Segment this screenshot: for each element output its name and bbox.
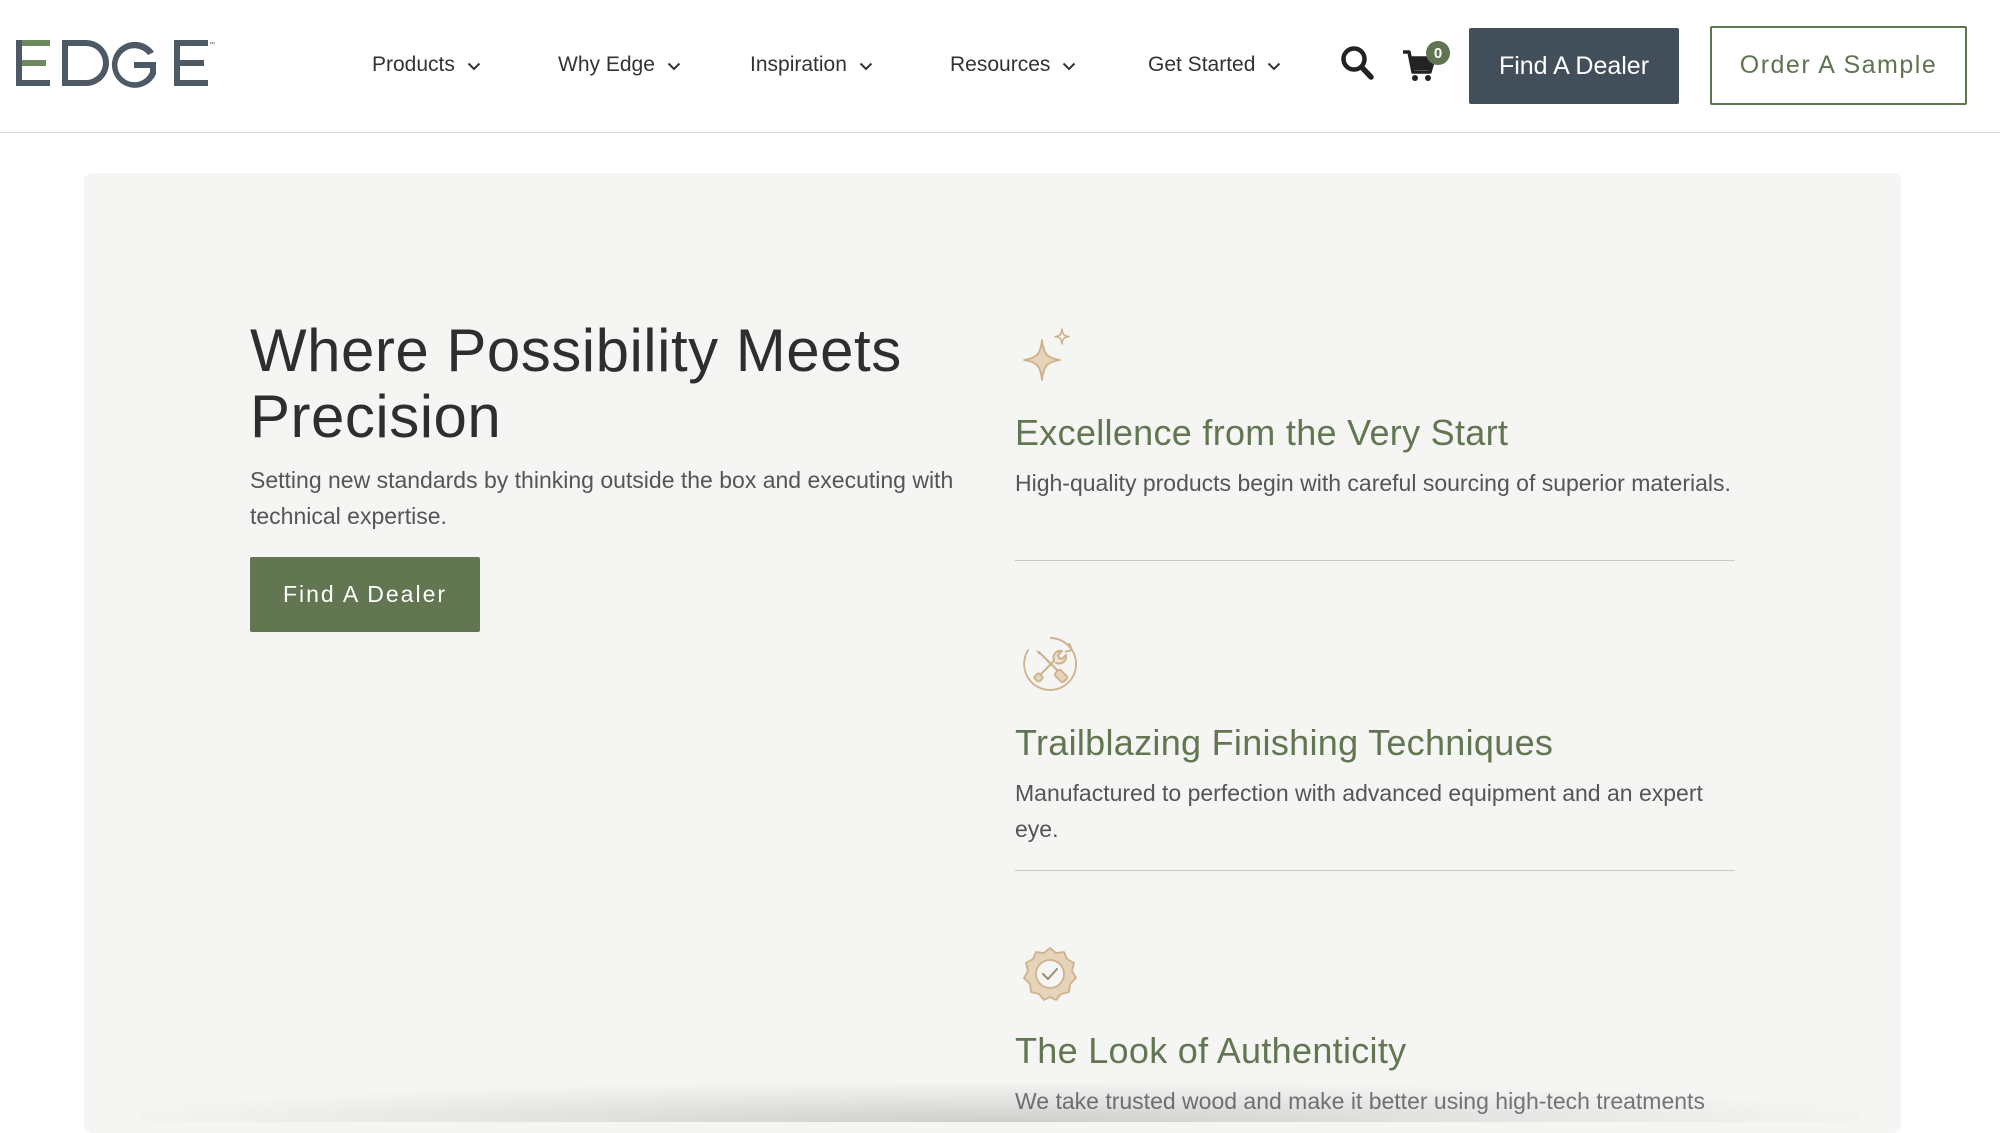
feature-divider: [1015, 560, 1735, 561]
search-button[interactable]: [1340, 45, 1374, 81]
chevron-down-icon: [1268, 62, 1281, 71]
site-header: ™ Products Why Edge Inspiration Resource…: [0, 0, 2000, 133]
main-nav: Products Why Edge Inspiration Resources …: [372, 0, 1338, 130]
nav-label: Resources: [950, 53, 1051, 76]
nav-item-get-started[interactable]: Get Started: [1148, 53, 1338, 77]
nav-item-why-edge[interactable]: Why Edge: [558, 53, 750, 77]
chevron-down-icon: [859, 62, 873, 71]
chevron-down-icon: [1063, 62, 1076, 71]
svg-text:™: ™: [209, 41, 215, 48]
nav-label: Products: [372, 53, 455, 76]
order-sample-button[interactable]: Order A Sample: [1710, 26, 1967, 105]
nav-label: Inspiration: [750, 53, 847, 76]
nav-label: Why Edge: [558, 53, 655, 76]
search-icon: [1341, 46, 1374, 80]
tools-icon: [1023, 637, 1077, 691]
cart-button[interactable]: 0: [1402, 41, 1450, 82]
chevron-down-icon: [667, 62, 681, 71]
chevron-down-icon: [467, 62, 481, 71]
hero-find-dealer-button[interactable]: Find A Dealer: [250, 557, 480, 632]
feature-text: High-quality products begin with careful…: [1015, 470, 1731, 496]
cart-count-badge: 0: [1426, 41, 1450, 65]
nav-item-inspiration[interactable]: Inspiration: [750, 53, 950, 77]
feature-divider: [1015, 870, 1735, 871]
nav-label: Get Started: [1148, 53, 1256, 76]
badge-check-icon: [1023, 947, 1077, 1001]
feature-text: Manufactured to perfection with advanced…: [1015, 780, 1703, 842]
feature-title: Excellence from the Very Start: [1015, 412, 1509, 453]
edge-logo[interactable]: ™: [16, 38, 216, 90]
feature-text: We take trusted wood and make it better …: [1015, 1088, 1705, 1114]
hero-title: Where Possibility Meets Precision: [250, 317, 902, 450]
feature-title: Trailblazing Finishing Techniques: [1015, 722, 1554, 763]
sparkle-icon: [1023, 328, 1070, 381]
find-dealer-button[interactable]: Find A Dealer: [1469, 28, 1679, 104]
feature-title: The Look of Authenticity: [1015, 1030, 1407, 1071]
nav-item-products[interactable]: Products: [372, 53, 558, 77]
nav-item-resources[interactable]: Resources: [950, 53, 1148, 77]
hero-subtitle: Setting new standards by thinking outsid…: [250, 467, 954, 529]
